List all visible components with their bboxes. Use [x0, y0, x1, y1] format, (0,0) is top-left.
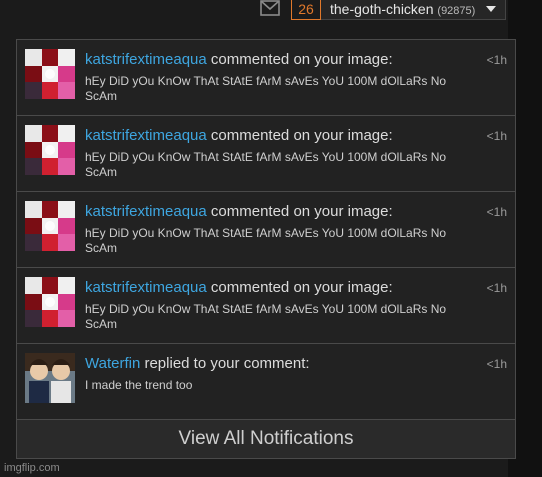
user-points: (92875) — [437, 5, 476, 17]
notification-item[interactable]: katstrifextimeaqua commented on your ima… — [17, 192, 515, 268]
notification-text: I made the trend too — [85, 378, 193, 392]
notification-item[interactable]: katstrifextimeaqua commented on your ima… — [17, 116, 515, 192]
notification-username-link[interactable]: katstrifextimeaqua — [85, 279, 207, 296]
notification-text: hEy DiD yOu KnOw ThAt StAtE fArM sAvEs Y… — [85, 150, 447, 179]
notifications-dropdown: katstrifextimeaqua commented on your ima… — [16, 39, 516, 459]
collage-image-thumbnail[interactable] — [25, 125, 75, 175]
notification-action: commented on your image: — [210, 51, 393, 68]
notification-text: hEy DiD yOu KnOw ThAt StAtE fArM sAvEs Y… — [85, 302, 447, 331]
user-menu[interactable]: the-goth-chicken (92875) — [321, 0, 506, 20]
notification-headline: katstrifextimeaqua commented on your ima… — [85, 127, 393, 144]
notification-action: replied to your comment: — [144, 355, 310, 372]
notification-headline: katstrifextimeaqua commented on your ima… — [85, 279, 393, 296]
notification-headline: Waterfin replied to your comment: — [85, 355, 310, 372]
notification-time: <1h — [486, 205, 507, 219]
collage-image-thumbnail[interactable] — [25, 201, 75, 251]
anime-image-thumbnail[interactable] — [25, 353, 75, 403]
notification-time: <1h — [486, 129, 507, 143]
notification-time: <1h — [486, 357, 507, 371]
notification-action: commented on your image: — [210, 127, 393, 144]
notification-headline: katstrifextimeaqua commented on your ima… — [85, 203, 393, 220]
top-bar: 26 the-goth-chicken (92875) — [0, 0, 542, 24]
notification-item[interactable]: katstrifextimeaqua commented on your ima… — [17, 40, 515, 116]
notification-username-link[interactable]: katstrifextimeaqua — [85, 51, 207, 68]
notification-text: hEy DiD yOu KnOw ThAt StAtE fArM sAvEs Y… — [85, 226, 447, 255]
page: 26 the-goth-chicken (92875) katstrifexti… — [0, 0, 542, 477]
view-all-notifications-button[interactable]: View All Notifications — [17, 420, 515, 458]
notification-username-link[interactable]: katstrifextimeaqua — [85, 203, 207, 220]
notification-username-link[interactable]: katstrifextimeaqua — [85, 127, 207, 144]
mail-icon[interactable] — [260, 0, 280, 16]
notification-item[interactable]: katstrifextimeaqua commented on your ima… — [17, 268, 515, 344]
notification-action: commented on your image: — [210, 203, 393, 220]
collage-image-thumbnail[interactable] — [25, 49, 75, 99]
notification-action: commented on your image: — [210, 279, 393, 296]
username-label: the-goth-chicken — [330, 1, 434, 17]
caret-down-icon — [486, 6, 496, 12]
notification-time: <1h — [486, 53, 507, 67]
footer-brand: imgflip.com — [4, 462, 60, 474]
notification-time: <1h — [486, 281, 507, 295]
notification-headline: katstrifextimeaqua commented on your ima… — [85, 51, 393, 68]
notification-username-link[interactable]: Waterfin — [85, 355, 140, 372]
notification-text: hEy DiD yOu KnOw ThAt StAtE fArM sAvEs Y… — [85, 74, 447, 103]
notification-item[interactable]: Waterfin replied to your comment: I made … — [17, 344, 515, 420]
notification-count-badge[interactable]: 26 — [291, 0, 321, 20]
collage-image-thumbnail[interactable] — [25, 277, 75, 327]
